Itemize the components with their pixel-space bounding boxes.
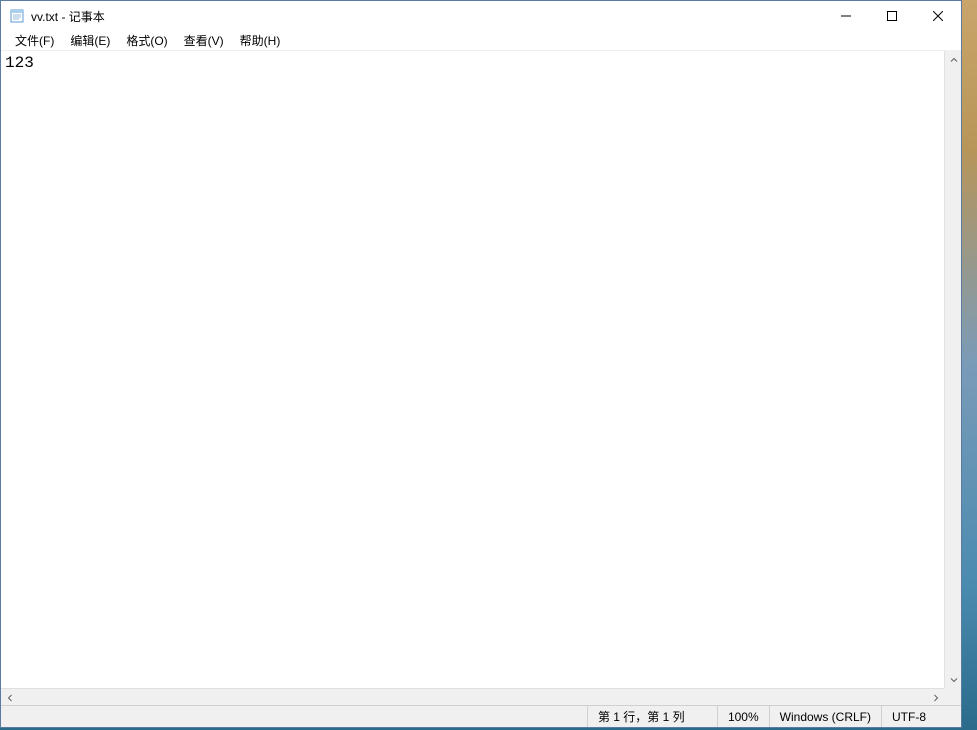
statusbar: 第 1 行，第 1 列 100% Windows (CRLF) UTF-8: [1, 705, 961, 727]
status-position: 第 1 行，第 1 列: [587, 706, 717, 727]
text-wrapper: [1, 51, 961, 688]
status-encoding: UTF-8: [881, 706, 961, 727]
window-controls: [823, 1, 961, 30]
notepad-icon: [9, 8, 25, 24]
text-editor[interactable]: [1, 51, 944, 688]
menu-edit[interactable]: 编辑(E): [62, 30, 118, 51]
menu-format[interactable]: 格式(O): [118, 30, 175, 51]
status-zoom: 100%: [717, 706, 769, 727]
notepad-window: vv.txt - 记事本 文件(F) 编辑(E) 格式(O) 查看(V) 帮助(…: [0, 0, 962, 728]
titlebar[interactable]: vv.txt - 记事本: [1, 1, 961, 31]
menu-view[interactable]: 查看(V): [176, 30, 232, 51]
scroll-up-icon[interactable]: [945, 51, 961, 68]
maximize-button[interactable]: [869, 1, 915, 30]
content-area: [1, 51, 961, 705]
window-title: vv.txt - 记事本: [31, 8, 105, 25]
close-button[interactable]: [915, 1, 961, 30]
status-line-ending: Windows (CRLF): [769, 706, 881, 727]
menu-file[interactable]: 文件(F): [7, 30, 62, 51]
scroll-left-icon[interactable]: [1, 689, 18, 705]
menu-help[interactable]: 帮助(H): [232, 30, 289, 51]
vertical-scrollbar[interactable]: [944, 51, 961, 688]
horizontal-scrollbar[interactable]: [1, 688, 944, 705]
scroll-corner: [944, 688, 961, 705]
scroll-right-icon[interactable]: [927, 689, 944, 705]
menubar: 文件(F) 编辑(E) 格式(O) 查看(V) 帮助(H): [1, 31, 961, 51]
minimize-button[interactable]: [823, 1, 869, 30]
scroll-track-horizontal[interactable]: [18, 689, 927, 705]
bottom-scroll-row: [1, 688, 961, 705]
scroll-down-icon[interactable]: [945, 671, 961, 688]
scroll-track-vertical[interactable]: [945, 68, 961, 671]
